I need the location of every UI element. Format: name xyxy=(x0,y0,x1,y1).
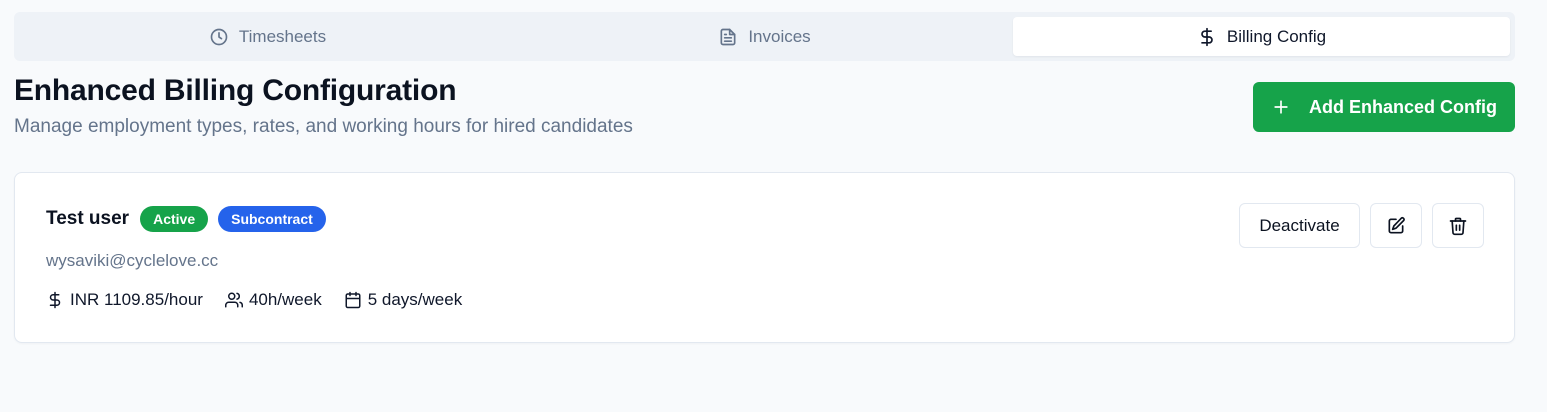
hours-detail: 40h/week xyxy=(224,290,322,310)
add-button-label: Add Enhanced Config xyxy=(1309,96,1497,117)
clock-icon xyxy=(210,28,228,45)
config-details: INR 1109.85/hour 40h/week 5 days/week xyxy=(46,290,462,310)
tab-invoices[interactable]: Invoices xyxy=(516,17,1013,56)
page-title: Enhanced Billing Configuration xyxy=(14,74,457,107)
tab-bar: Timesheets Invoices Billing Config xyxy=(14,12,1515,61)
rate-value: INR 1109.85/hour xyxy=(70,290,203,309)
billing-page: Timesheets Invoices Billing Config Enhan… xyxy=(0,0,1547,412)
card-actions: Deactivate xyxy=(1239,203,1484,248)
employment-type-badge: Subcontract xyxy=(218,206,326,232)
candidate-email: wysaviki@cyclelove.cc xyxy=(46,251,219,270)
status-badge: Active xyxy=(140,206,209,232)
page-subtitle: Manage employment types, rates, and work… xyxy=(14,116,633,137)
trash-icon xyxy=(1449,217,1467,235)
candidate-name: Test user xyxy=(46,208,130,229)
dollar-icon xyxy=(49,291,61,309)
tab-billing-config[interactable]: Billing Config xyxy=(1013,17,1510,56)
deactivate-button[interactable]: Deactivate xyxy=(1239,203,1360,248)
file-text-icon xyxy=(720,28,736,45)
users-icon xyxy=(224,292,243,308)
tab-label: Billing Config xyxy=(1226,26,1327,46)
delete-button[interactable] xyxy=(1432,203,1484,248)
hours-value: 40h/week xyxy=(248,290,322,309)
rate-detail: INR 1109.85/hour xyxy=(46,290,203,310)
tab-label: Invoices xyxy=(748,26,811,46)
tab-label: Timesheets xyxy=(238,26,327,46)
card-header: Test user Active Subcontract xyxy=(46,206,326,232)
days-detail: 5 days/week xyxy=(344,290,463,310)
days-value: 5 days/week xyxy=(367,290,463,309)
tab-timesheets[interactable]: Timesheets xyxy=(19,17,516,56)
dollar-icon xyxy=(1201,27,1213,46)
edit-button[interactable] xyxy=(1370,203,1422,248)
plus-icon xyxy=(1274,100,1288,114)
edit-icon xyxy=(1388,216,1405,233)
calendar-icon xyxy=(345,291,361,309)
billing-config-card: Test user Active Subcontract wysaviki@cy… xyxy=(14,172,1515,343)
add-enhanced-config-button[interactable]: Add Enhanced Config xyxy=(1253,82,1515,132)
